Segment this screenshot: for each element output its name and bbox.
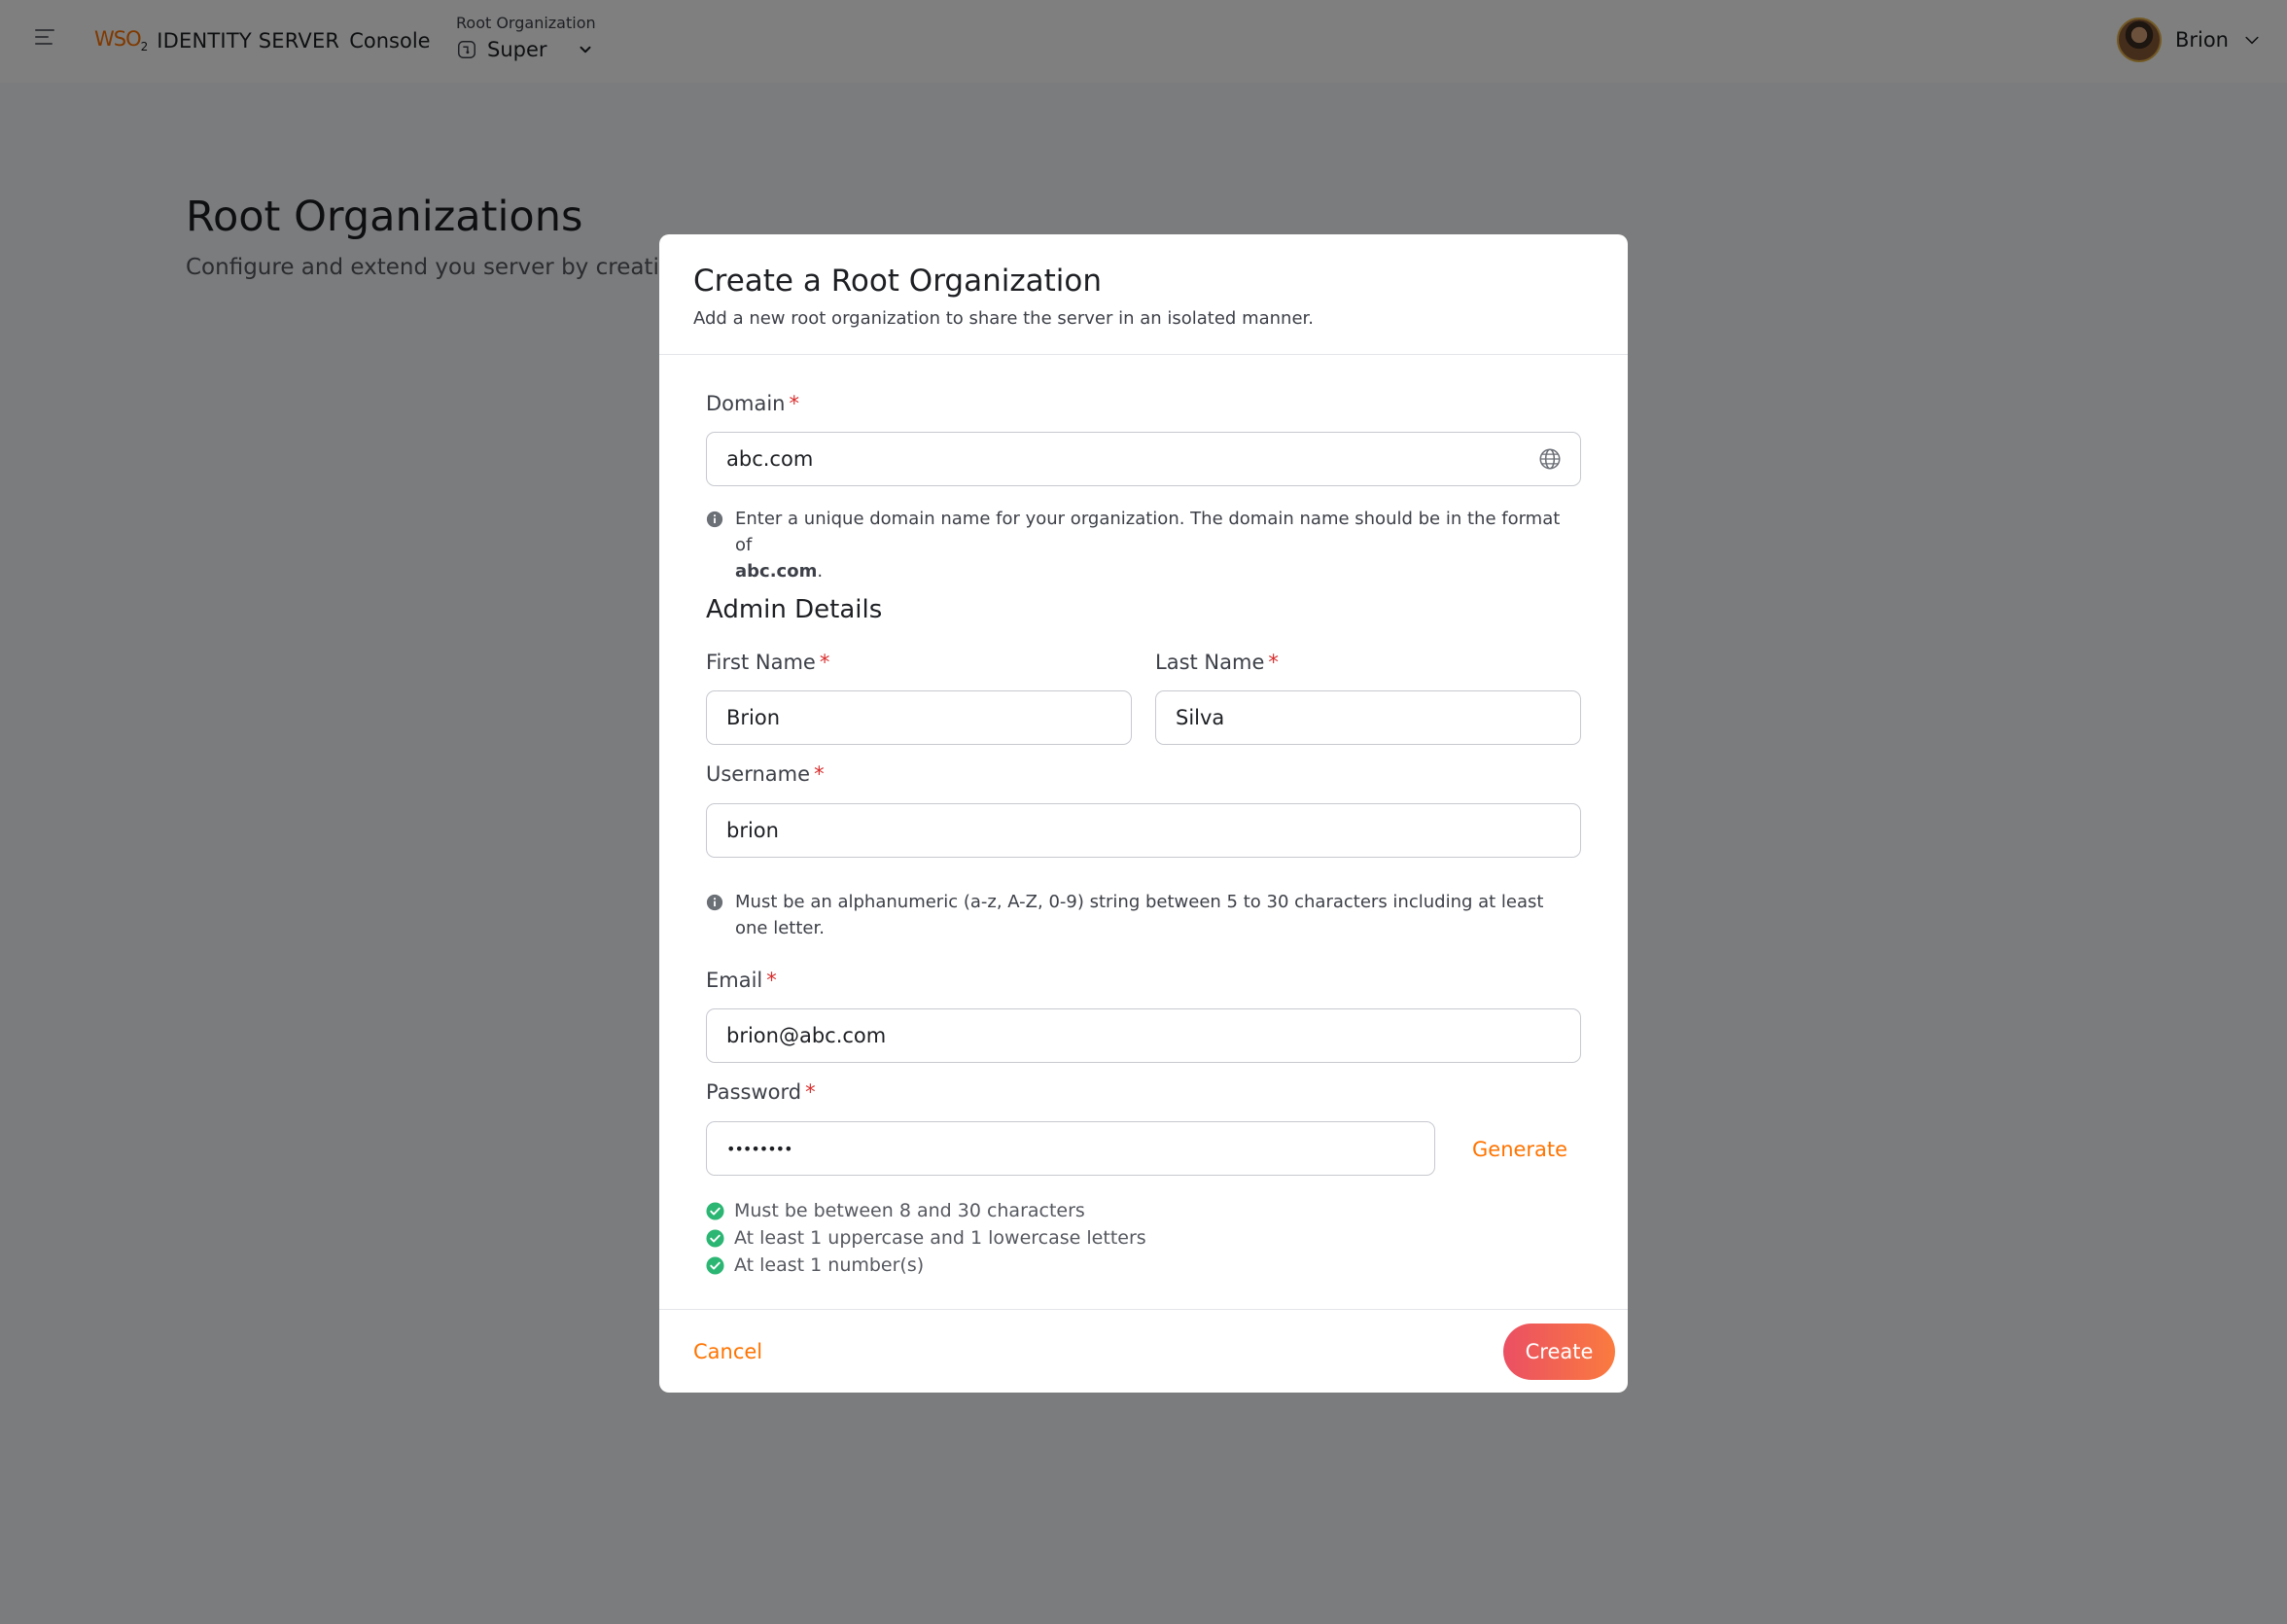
last-name-label: Last Name * xyxy=(1155,651,1279,674)
modal-title: Create a Root Organization xyxy=(693,264,1102,299)
modal-description: Add a new root organization to share the… xyxy=(693,308,1314,329)
username-label: Username * xyxy=(706,762,825,786)
check-circle-icon xyxy=(706,1228,724,1248)
modal-footer: Cancel Create xyxy=(659,1309,1628,1393)
domain-hint: Enter a unique domain name for your orga… xyxy=(706,506,1581,584)
first-name-input[interactable]: Brion xyxy=(706,690,1132,745)
password-label: Password * xyxy=(706,1080,816,1104)
required-asterisk: * xyxy=(805,1080,816,1104)
domain-label: Domain * xyxy=(706,392,799,415)
create-button[interactable]: Create xyxy=(1503,1324,1615,1380)
required-asterisk: * xyxy=(789,392,800,415)
modal-header: Create a Root Organization Add a new roo… xyxy=(659,234,1628,355)
domain-input[interactable]: abc.com xyxy=(706,432,1581,486)
email-input[interactable]: brion@abc.com xyxy=(706,1008,1581,1063)
required-asterisk: * xyxy=(1268,651,1279,674)
username-hint: Must be an alphanumeric (a-z, A-Z, 0-9) … xyxy=(706,889,1562,941)
domain-value: abc.com xyxy=(726,447,814,471)
email-label: Email * xyxy=(706,969,777,992)
check-circle-icon xyxy=(706,1201,724,1220)
first-name-label: First Name * xyxy=(706,651,830,674)
criteria-item: At least 1 uppercase and 1 lowercase let… xyxy=(706,1224,1146,1252)
last-name-input[interactable]: Silva xyxy=(1155,690,1581,745)
username-input[interactable]: brion xyxy=(706,803,1581,858)
admin-details-heading: Admin Details xyxy=(706,595,883,624)
create-root-organization-modal: Create a Root Organization Add a new roo… xyxy=(659,234,1628,1393)
required-asterisk: * xyxy=(819,651,830,674)
domain-example: abc.com xyxy=(735,561,818,582)
check-circle-icon xyxy=(706,1255,724,1275)
generate-password-button[interactable]: Generate xyxy=(1472,1138,1567,1161)
criteria-item: Must be between 8 and 30 characters xyxy=(706,1197,1146,1224)
info-icon xyxy=(706,511,723,528)
globe-icon xyxy=(1539,448,1561,470)
required-asterisk: * xyxy=(766,969,777,992)
cancel-button[interactable]: Cancel xyxy=(693,1340,762,1363)
password-criteria-list: Must be between 8 and 30 characters At l… xyxy=(706,1197,1146,1279)
password-input[interactable]: •••••••• xyxy=(706,1121,1435,1176)
required-asterisk: * xyxy=(814,762,825,786)
criteria-item: At least 1 number(s) xyxy=(706,1252,1146,1279)
info-icon xyxy=(706,894,723,911)
